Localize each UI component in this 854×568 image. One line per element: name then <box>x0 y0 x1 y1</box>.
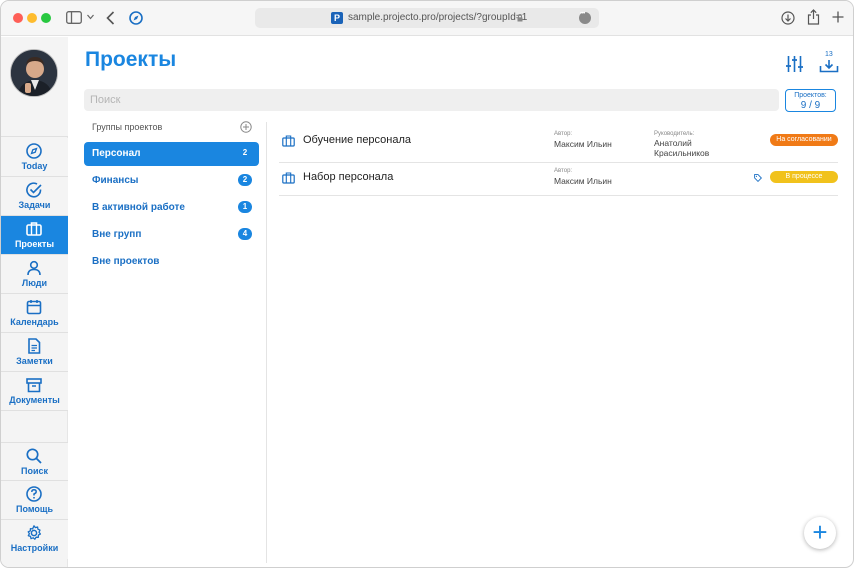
nav-label: Today <box>21 161 48 171</box>
download-icon[interactable] <box>781 11 795 25</box>
nav-label: Настройки <box>10 543 59 553</box>
author-name: Максим Ильин <box>554 176 612 186</box>
back-icon[interactable] <box>106 11 115 25</box>
manager-name: Анатолий Красильников <box>654 138 710 158</box>
nav-label: Поиск <box>20 466 48 476</box>
project-count-value: 9 / 9 <box>800 100 821 111</box>
nav-today[interactable]: Today <box>1 138 68 177</box>
group-count-badge: 1 <box>238 201 252 213</box>
calendar-icon <box>26 300 42 315</box>
address-bar[interactable]: P sample.projecto.pro/projects/?groupId=… <box>255 8 599 28</box>
add-project-button[interactable]: + <box>804 517 836 549</box>
group-item-personnel[interactable]: Персонал 2 <box>84 142 259 166</box>
nav-label: Задачи <box>18 200 51 210</box>
nav-search[interactable]: Поиск <box>1 442 68 481</box>
zoom-window-button[interactable] <box>41 13 51 23</box>
browser-toolbar: P sample.projecto.pro/projects/?groupId=… <box>1 1 853 36</box>
column-divider <box>266 122 267 563</box>
briefcase-icon <box>282 135 295 147</box>
nav-label: Заметки <box>16 356 53 366</box>
more-icon[interactable] <box>579 11 591 24</box>
nav-calendar[interactable]: Календарь <box>1 294 68 333</box>
compass-icon <box>26 143 42 159</box>
nav-documents[interactable]: Документы <box>1 372 68 411</box>
new-tab-icon[interactable] <box>832 11 844 23</box>
minimize-window-button[interactable] <box>27 13 37 23</box>
project-row[interactable]: Обучение персонала Автор: Максим Ильин Р… <box>279 127 838 163</box>
group-item-finance[interactable]: Финансы 2 <box>84 169 259 193</box>
nav-tasks[interactable]: Задачи <box>1 177 68 216</box>
archive-icon <box>26 378 42 393</box>
group-label: Персонал <box>92 148 141 159</box>
nav-label: Помощь <box>15 504 53 514</box>
author-name: Максим Ильин <box>554 139 612 149</box>
group-count-badge: 4 <box>238 228 252 240</box>
project-row[interactable]: Набор персонала Автор: Максим Ильин В пр… <box>279 164 838 196</box>
group-item-outside-projects[interactable]: Вне проектов <box>84 250 259 274</box>
person-icon <box>27 260 41 276</box>
group-label: В активной работе <box>92 202 185 213</box>
nav-notes[interactable]: Заметки <box>1 333 68 372</box>
briefcase-icon <box>26 222 42 236</box>
url-text: sample.projecto.pro/projects/?groupId=1 <box>348 12 528 23</box>
share-icon[interactable] <box>807 9 820 25</box>
close-window-button[interactable] <box>13 13 23 23</box>
group-label: Вне проектов <box>92 256 160 267</box>
nav-label: Проекты <box>14 239 55 249</box>
lock-icon <box>517 14 523 22</box>
avatar[interactable] <box>10 49 58 97</box>
avatar-section <box>1 37 68 137</box>
project-name: Обучение персонала <box>303 134 412 146</box>
note-icon <box>28 338 41 354</box>
tray-download-icon <box>819 60 839 73</box>
briefcase-icon <box>282 172 295 184</box>
shield-compass-icon[interactable] <box>129 11 143 25</box>
project-count-badge: Проектов: 9 / 9 <box>785 89 836 112</box>
site-favicon: P <box>331 12 343 24</box>
group-count-badge: 2 <box>238 174 252 186</box>
status-badge: В процессе <box>770 171 838 183</box>
manager-label: Руководитель: <box>654 131 695 137</box>
plus-icon: + <box>812 517 828 547</box>
group-count-badge: 2 <box>242 148 248 157</box>
group-label: Вне групп <box>92 229 142 240</box>
tag-icon <box>754 174 762 182</box>
search-icon <box>26 448 42 464</box>
nav-help[interactable]: Помощь <box>1 481 68 520</box>
help-icon <box>26 486 42 502</box>
nav-settings[interactable]: Настройки <box>1 520 68 559</box>
status-badge: На согласовании <box>770 134 838 146</box>
filter-sliders-icon[interactable] <box>785 55 804 73</box>
nav-label: Документы <box>9 395 60 405</box>
chevron-down-icon[interactable] <box>87 14 94 20</box>
browser-window: P sample.projecto.pro/projects/?groupId=… <box>0 0 854 568</box>
project-count-label: Проектов: <box>794 92 827 99</box>
nav-label: Люди <box>21 278 48 288</box>
nav-projects[interactable]: Проекты <box>1 216 68 255</box>
check-circle-icon <box>26 182 42 198</box>
gear-icon <box>27 525 42 540</box>
nav-label: Календарь <box>10 317 59 327</box>
add-group-icon[interactable] <box>240 121 252 133</box>
download-list-button[interactable]: 13 <box>818 51 840 75</box>
project-name: Набор персонала <box>303 171 394 183</box>
group-item-active-work[interactable]: В активной работе 1 <box>84 196 259 220</box>
author-label: Автор: <box>554 168 573 174</box>
nav-people[interactable]: Люди <box>1 255 68 294</box>
page-title: Проекты <box>85 48 177 71</box>
groups-header: Группы проектов <box>92 122 163 132</box>
sidebar-toggle-icon[interactable] <box>66 11 82 24</box>
search-input[interactable] <box>84 89 779 111</box>
sidebar: Today Задачи Проекты Люди Календарь Заме… <box>1 37 68 567</box>
group-item-ungrouped[interactable]: Вне групп 4 <box>84 223 259 247</box>
group-label: Финансы <box>92 175 139 186</box>
author-label: Автор: <box>554 131 573 137</box>
